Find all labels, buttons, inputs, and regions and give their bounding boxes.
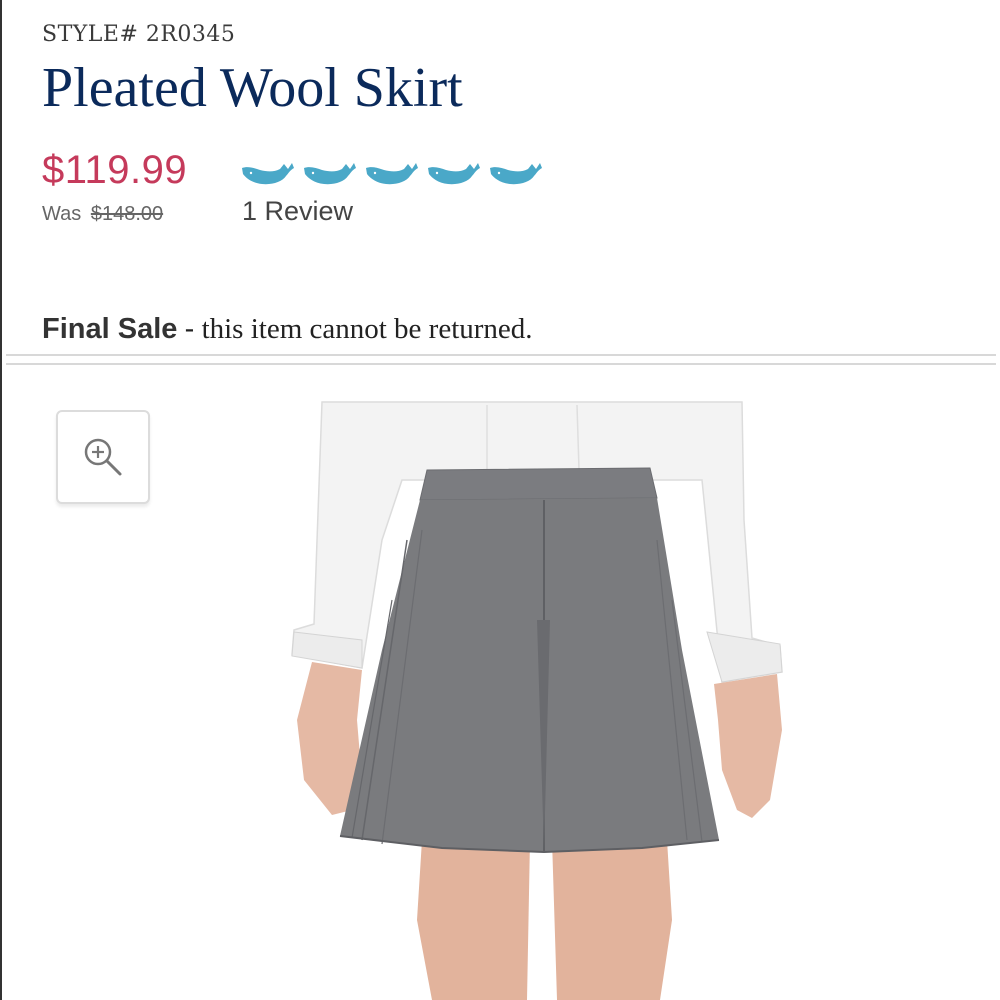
divider xyxy=(6,354,996,356)
was-price: $148.00 xyxy=(90,203,164,225)
zoom-in-icon xyxy=(84,438,122,476)
was-label: Was xyxy=(42,203,82,225)
whale-icon xyxy=(242,163,294,185)
product-title: Pleated Wool Skirt xyxy=(42,57,463,119)
product-image[interactable] xyxy=(282,400,802,1000)
divider xyxy=(6,363,996,365)
final-sale-notice: Final Sale - this item cannot be returne… xyxy=(42,313,533,346)
zoom-button[interactable] xyxy=(56,410,150,504)
notice-separator: - xyxy=(184,313,195,345)
style-number: STYLE# 2R0345 xyxy=(42,22,236,47)
final-sale-message: this item cannot be returned. xyxy=(201,313,533,345)
original-price: Was $148.00 xyxy=(42,203,163,226)
final-sale-label: Final Sale xyxy=(42,313,178,345)
rating-whales[interactable] xyxy=(240,160,546,186)
whale-icon xyxy=(428,163,480,185)
whale-icon xyxy=(490,163,542,185)
whale-icon xyxy=(304,163,356,185)
review-count-link[interactable]: 1 Review xyxy=(242,196,353,227)
product-page: STYLE# 2R0345 Pleated Wool Skirt $119.99… xyxy=(0,0,1000,1000)
whale-icon xyxy=(366,163,418,185)
sale-price: $119.99 xyxy=(42,148,188,192)
